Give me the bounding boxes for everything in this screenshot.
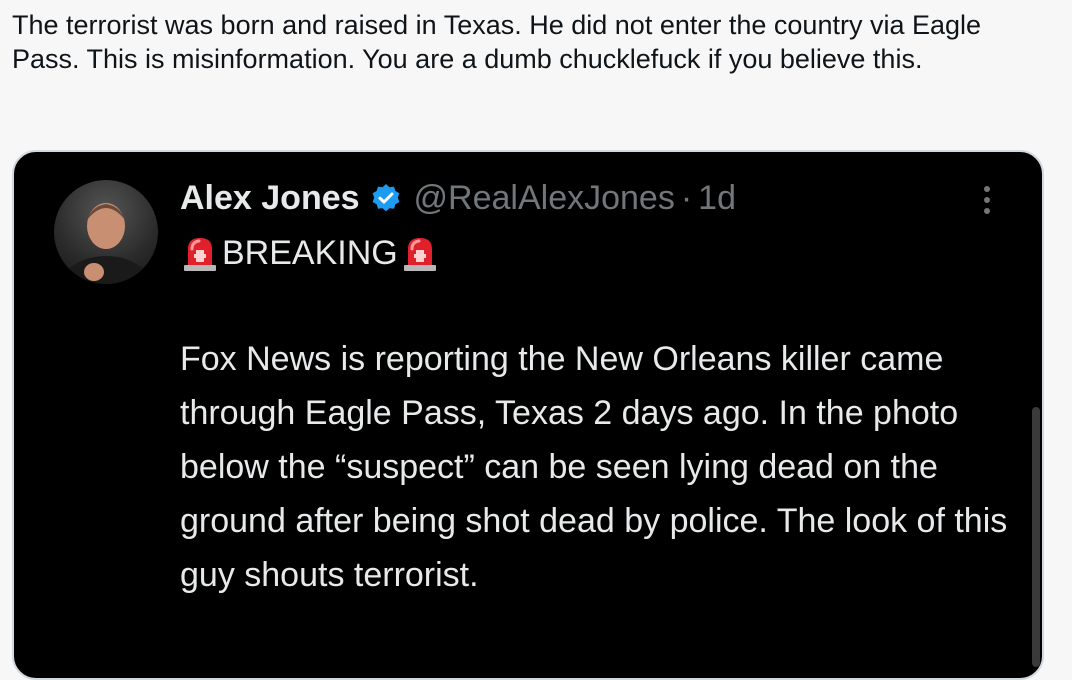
more-options-icon[interactable]: [972, 180, 1002, 220]
post-body: BREAKING Fox News is reporting the New O…: [180, 228, 1020, 602]
scrollbar[interactable]: [1032, 407, 1040, 667]
user-handle[interactable]: @RealAlexJones: [414, 179, 675, 218]
police-siren-icon: [400, 233, 440, 273]
post-text: Fox News is reporting the New Orleans ki…: [180, 340, 1008, 594]
quoted-post-card[interactable]: Alex Jones @RealAlexJones · 1d BREAKING …: [12, 150, 1044, 680]
verified-badge-icon: [370, 182, 402, 214]
separator-dot: ·: [680, 178, 693, 217]
post-header: Alex Jones @RealAlexJones · 1d: [180, 176, 736, 220]
post-timestamp[interactable]: 1d: [698, 179, 736, 218]
avatar[interactable]: [54, 180, 158, 284]
display-name[interactable]: Alex Jones: [180, 179, 360, 218]
breaking-line: BREAKING: [180, 228, 1020, 278]
breaking-headline: BREAKING: [222, 234, 398, 272]
police-siren-icon: [180, 233, 220, 273]
reply-text: The terrorist was born and raised in Tex…: [12, 10, 982, 74]
